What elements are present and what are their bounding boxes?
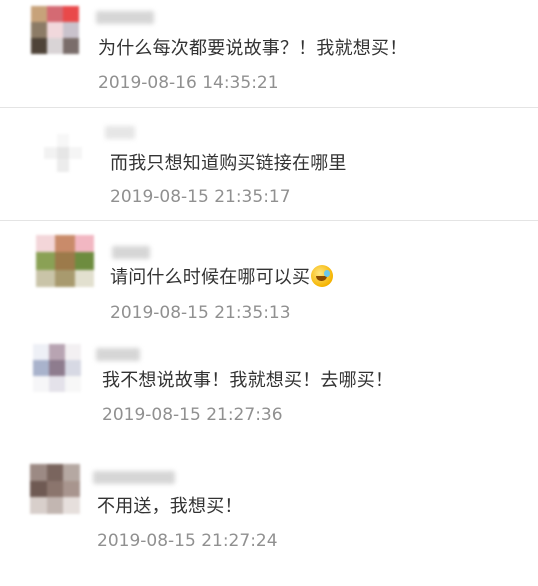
avatar[interactable] <box>31 6 79 54</box>
avatar-pixel <box>63 497 80 514</box>
username[interactable] <box>96 11 154 24</box>
avatar-pixel <box>69 146 82 160</box>
avatar-pixel <box>30 464 47 481</box>
avatar-pixel <box>55 252 75 270</box>
comment-item: 请问什么时候在哪可以买 2019-08-15 21:35:13 <box>0 221 538 336</box>
avatar-pixel <box>36 235 56 253</box>
avatar-pixel <box>69 134 82 147</box>
avatar-pixel <box>74 252 94 270</box>
avatar-pixel <box>31 38 47 54</box>
comment-item: 而我只想知道购买链接在哪里 2019-08-15 21:35:17 <box>0 108 538 220</box>
avatar-pixel <box>33 360 49 376</box>
avatar-pixel <box>55 269 75 287</box>
avatar-pixel <box>63 22 79 38</box>
avatar-pixel <box>31 6 47 22</box>
crying-laughing-emoji-icon <box>311 265 334 287</box>
comment-item: 不用送，我想买！ 2019-08-15 21:27:24 <box>0 454 538 586</box>
comment-timestamp: 2019-08-15 21:35:17 <box>110 187 291 207</box>
username[interactable] <box>93 471 175 484</box>
avatar-pixel <box>30 480 47 498</box>
avatar-pixel <box>69 159 82 172</box>
avatar-pixel <box>30 497 47 514</box>
avatar-pixel <box>74 269 94 287</box>
avatar-pixel <box>46 497 64 514</box>
avatar-pixel <box>49 376 65 392</box>
avatar-pixel <box>44 159 57 172</box>
avatar[interactable] <box>30 464 80 514</box>
avatar-pixel <box>63 480 80 498</box>
avatar-pixel <box>47 38 63 54</box>
comment-timestamp: 2019-08-15 21:27:36 <box>102 405 283 425</box>
avatar-pixel <box>36 252 56 270</box>
avatar-pixel <box>47 22 63 38</box>
avatar-pixel <box>56 159 70 172</box>
comment-text: 我不想说故事！我就想买！去哪买！ <box>102 370 394 391</box>
comment-text: 而我只想知道购买链接在哪里 <box>110 153 347 174</box>
username[interactable] <box>112 246 150 259</box>
avatar-pixel <box>31 22 47 38</box>
avatar-pixel <box>65 344 81 360</box>
avatar-pixel <box>36 269 56 287</box>
avatar-pixel <box>63 464 80 481</box>
avatar-pixel <box>55 235 75 253</box>
comment-text: 为什么每次都要说故事？！我就想买！ <box>98 38 408 59</box>
avatar-pixel <box>56 134 70 147</box>
comment-item: 我不想说故事！我就想买！去哪买！ 2019-08-15 21:27:36 <box>0 336 538 454</box>
comment-timestamp: 2019-08-16 14:35:21 <box>98 73 279 93</box>
avatar-pixel <box>33 344 49 360</box>
avatar-pixel <box>49 360 65 376</box>
username[interactable] <box>105 126 135 139</box>
avatar[interactable] <box>44 134 82 172</box>
comment-timestamp: 2019-08-15 21:27:24 <box>97 531 278 551</box>
avatar-pixel <box>47 6 63 22</box>
comment-text: 请问什么时候在哪可以买 <box>110 265 334 290</box>
username[interactable] <box>96 348 140 361</box>
avatar-pixel <box>46 480 64 498</box>
avatar-pixel <box>33 376 49 392</box>
avatar-pixel <box>44 134 57 147</box>
avatar-pixel <box>65 360 81 376</box>
avatar-pixel <box>44 146 57 160</box>
comment-text-body: 请问什么时候在哪可以买 <box>110 267 311 288</box>
comment-text: 不用送，我想买！ <box>97 496 243 517</box>
avatar[interactable] <box>33 344 81 392</box>
avatar-pixel <box>49 344 65 360</box>
avatar-pixel <box>46 464 64 481</box>
avatar-pixel <box>74 235 94 253</box>
comment-item: 为什么每次都要说故事？！我就想买！ 2019-08-16 14:35:21 <box>0 0 538 107</box>
avatar-pixel <box>63 38 79 54</box>
avatar-pixel <box>63 6 79 22</box>
avatar-pixel <box>56 146 70 160</box>
comment-timestamp: 2019-08-15 21:35:13 <box>110 303 291 323</box>
avatar-pixel <box>65 376 81 392</box>
avatar[interactable] <box>36 235 94 287</box>
